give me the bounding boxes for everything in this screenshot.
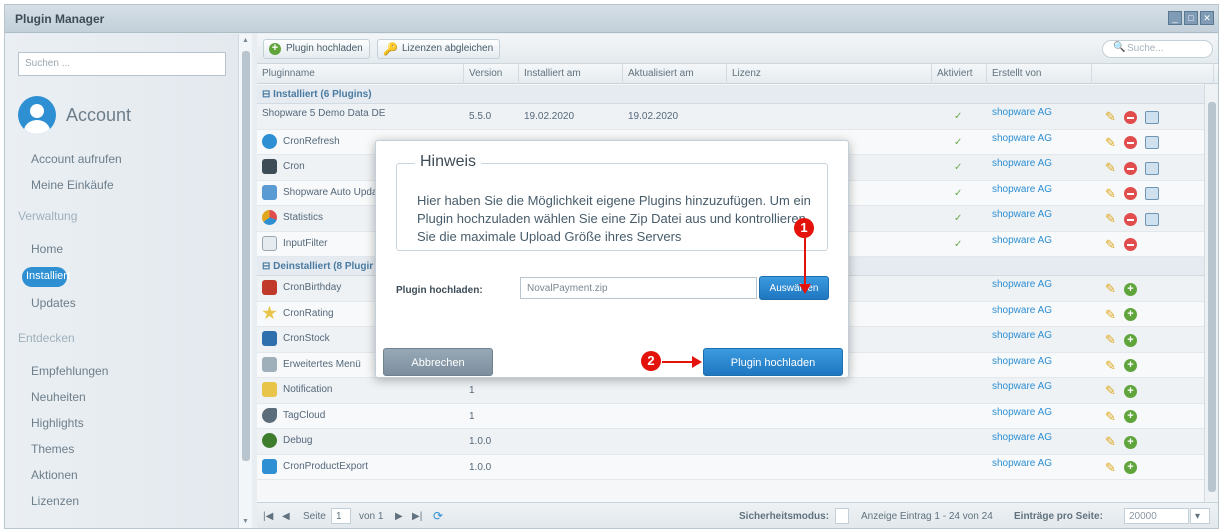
cancel-button[interactable]: Abbrechen <box>383 348 493 376</box>
hint-fieldset: Hinweis Hier haben Sie die Möglichkeit e… <box>396 153 828 251</box>
step1-arrow-icon <box>799 238 811 294</box>
upload-plugin-dialog: Hinweis Hier haben Sie die Möglichkeit e… <box>375 140 849 378</box>
file-path-field[interactable]: NovalPayment.zip <box>520 277 757 299</box>
hint-text: Hier haben Sie die Möglichkeit eigene Pl… <box>417 193 811 244</box>
choose-file-button[interactable]: Auswählen <box>759 276 829 300</box>
hint-legend: Hinweis <box>415 153 482 171</box>
step-badge-1: 1 <box>794 218 814 238</box>
modal-layer: Hinweis Hier haben Sie die Möglichkeit e… <box>0 0 1223 529</box>
step2-arrow-icon <box>662 356 702 368</box>
upload-plugin-submit-button[interactable]: Plugin hochladen <box>703 348 843 376</box>
upload-field-label: Plugin hochladen: <box>396 285 483 296</box>
step-badge-2: 2 <box>641 351 661 371</box>
